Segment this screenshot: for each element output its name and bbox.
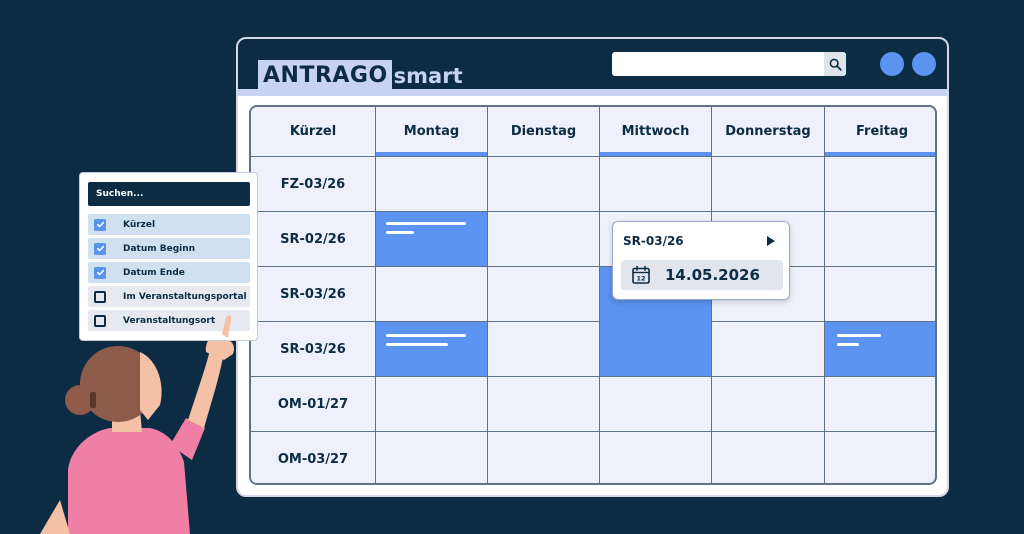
filter-option[interactable]: Im Veranstaltungsportal — [88, 286, 250, 307]
play-icon[interactable] — [767, 236, 775, 246]
column-header-day[interactable]: Donnerstag — [712, 107, 825, 157]
day-cell[interactable] — [376, 377, 488, 432]
event-text-line — [837, 334, 881, 337]
search-icon — [829, 58, 842, 71]
calendar-icon: 12 — [632, 265, 650, 284]
event-text-line — [386, 231, 414, 234]
day-cell[interactable] — [488, 157, 600, 212]
filter-option[interactable]: Datum Beginn — [88, 238, 250, 259]
checkbox-checked[interactable] — [94, 266, 106, 279]
day-cell[interactable] — [712, 322, 825, 377]
day-cell[interactable] — [376, 267, 488, 322]
row-label[interactable]: OM-01/27 — [251, 377, 376, 432]
title-bar-stripe — [238, 89, 947, 96]
event-text-line — [386, 334, 466, 337]
header-accent — [825, 152, 935, 156]
day-cell[interactable] — [488, 377, 600, 432]
day-cell[interactable] — [376, 432, 488, 483]
column-header-label: Montag — [403, 124, 460, 139]
header-accent — [376, 152, 487, 156]
event-text-line — [837, 343, 859, 346]
row-label-text: SR-03/26 — [280, 286, 346, 302]
column-header-day[interactable]: Montag — [376, 107, 488, 157]
day-cell[interactable] — [825, 267, 935, 322]
event-popup-title: SR-03/26 — [623, 234, 684, 248]
column-header-day[interactable]: Freitag — [825, 107, 935, 157]
event-block[interactable] — [376, 322, 488, 377]
filter-option[interactable]: Kürzel — [88, 214, 250, 235]
day-cell[interactable] — [825, 212, 935, 267]
filter-option-label: Im Veranstaltungsportal — [123, 291, 247, 302]
filter-option-label: Veranstaltungsort — [123, 315, 216, 326]
app-logo[interactable]: ANTRAGO smart — [258, 60, 465, 89]
day-cell[interactable] — [712, 432, 825, 483]
day-cell[interactable] — [825, 432, 935, 483]
logo-sub: smart — [391, 64, 465, 89]
event-text-line — [386, 343, 448, 346]
calendar-grid: Kürzel Montag Dienstag Mittwoch Donnerst… — [249, 105, 937, 485]
row-label-text: SR-02/26 — [280, 231, 346, 247]
row-label[interactable]: SR-03/26 — [251, 267, 376, 322]
event-popup[interactable]: SR-03/26 12 14.05.2026 — [612, 221, 790, 300]
event-text-line — [386, 222, 466, 225]
search-button[interactable] — [824, 52, 846, 76]
day-cell[interactable] — [712, 157, 825, 212]
filter-panel: Suchen... Kürzel Datum Beginn Datum Ende… — [79, 172, 258, 341]
column-header-label: Freitag — [855, 124, 909, 139]
row-label-text: SR-03/26 — [280, 341, 346, 357]
filter-option[interactable]: Veranstaltungsort — [88, 310, 250, 331]
row-label[interactable]: OM-03/27 — [251, 432, 376, 483]
checkbox-unchecked[interactable] — [94, 314, 106, 327]
check-icon — [96, 221, 104, 228]
event-date-value: 14.05.2026 — [665, 266, 760, 284]
event-block[interactable] — [376, 212, 488, 267]
header-accent — [600, 152, 711, 156]
row-label[interactable]: SR-02/26 — [251, 212, 376, 267]
search-input[interactable] — [612, 52, 846, 76]
column-header-code[interactable]: Kürzel — [251, 107, 376, 157]
day-cell[interactable] — [488, 322, 600, 377]
filter-option[interactable]: Datum Ende — [88, 262, 250, 283]
window-control-dot[interactable] — [880, 52, 904, 76]
row-label-text: OM-01/27 — [277, 396, 349, 412]
row-label[interactable]: FZ-03/26 — [251, 157, 376, 212]
calendar-day-number: 12 — [636, 275, 645, 283]
day-cell[interactable] — [600, 432, 712, 483]
day-cell[interactable] — [488, 212, 600, 267]
row-label-text: FZ-03/26 — [280, 176, 346, 192]
panel-search-input[interactable]: Suchen... — [88, 182, 250, 206]
day-cell[interactable] — [600, 377, 712, 432]
day-cell[interactable] — [600, 157, 712, 212]
row-label-text: OM-03/27 — [277, 452, 349, 467]
column-header-day[interactable]: Dienstag — [488, 107, 600, 157]
event-block[interactable] — [825, 322, 935, 377]
row-label[interactable]: SR-03/26 — [251, 322, 376, 377]
day-cell[interactable] — [825, 377, 935, 432]
check-icon — [96, 269, 104, 276]
column-header-label: Donnerstag — [725, 124, 811, 139]
day-cell[interactable] — [825, 157, 935, 212]
checkbox-checked[interactable] — [94, 242, 106, 255]
day-cell[interactable] — [712, 377, 825, 432]
event-date-field[interactable]: 12 14.05.2026 — [621, 260, 783, 290]
checkbox-unchecked[interactable] — [94, 290, 106, 303]
logo-main: ANTRAGO — [258, 60, 392, 89]
column-header-label: Mittwoch — [621, 124, 690, 139]
day-cell[interactable] — [488, 432, 600, 483]
day-cell[interactable] — [376, 157, 488, 212]
column-header-label: Kürzel — [289, 124, 337, 139]
check-icon — [96, 245, 104, 252]
filter-option-label: Kürzel — [123, 219, 156, 230]
window-control-dot[interactable] — [912, 52, 936, 76]
checkbox-checked[interactable] — [94, 218, 106, 231]
day-cell[interactable] — [488, 267, 600, 322]
filter-option-label: Datum Ende — [123, 267, 185, 278]
filter-option-label: Datum Beginn — [123, 243, 196, 254]
column-header-day[interactable]: Mittwoch — [600, 107, 712, 157]
column-header-label: Dienstag — [510, 124, 577, 139]
